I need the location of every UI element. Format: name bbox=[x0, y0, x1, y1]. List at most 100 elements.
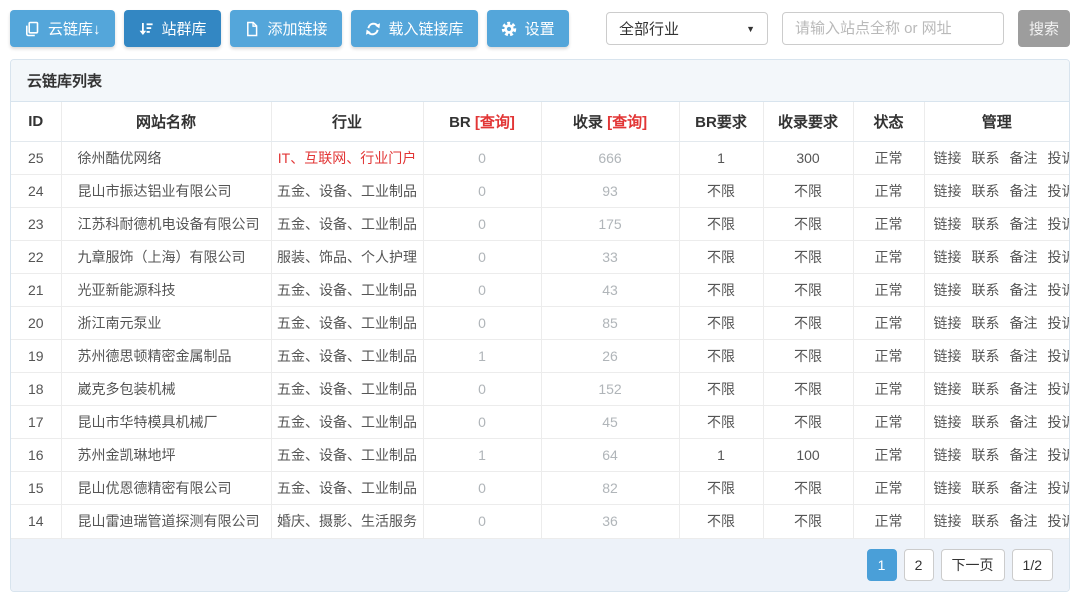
table-row: 24 昆山市振达铝业有限公司 五金、设备、工业制品 0 93 不限 不限 正常 … bbox=[11, 175, 1069, 208]
link-action[interactable]: 链接 bbox=[934, 315, 962, 331]
contact-action[interactable]: 联系 bbox=[972, 216, 1000, 232]
note-action[interactable]: 备注 bbox=[1010, 315, 1038, 331]
settings-button[interactable]: 设置 bbox=[487, 10, 569, 47]
site-industry: 五金、设备、工业制品 bbox=[271, 439, 423, 472]
contact-action[interactable]: 联系 bbox=[972, 414, 1000, 430]
gear-icon bbox=[501, 21, 517, 37]
complaint-action[interactable]: 投诉 bbox=[1048, 447, 1070, 463]
link-action[interactable]: 链接 bbox=[934, 282, 962, 298]
complaint-action[interactable]: 投诉 bbox=[1048, 150, 1070, 166]
br-requirement: 1 bbox=[679, 439, 763, 472]
inclusion-value: 152 bbox=[541, 373, 679, 406]
link-action[interactable]: 链接 bbox=[934, 513, 962, 529]
site-industry: IT、互联网、行业门户 bbox=[271, 142, 423, 175]
site-group-library-button[interactable]: 站群库 bbox=[124, 10, 221, 47]
site-name: 昆山市华特模具机械厂 bbox=[61, 406, 271, 439]
note-action[interactable]: 备注 bbox=[1010, 513, 1038, 529]
inclusion-requirement: 不限 bbox=[763, 175, 853, 208]
row-actions: 链接联系备注投诉 bbox=[924, 373, 1069, 406]
note-action[interactable]: 备注 bbox=[1010, 447, 1038, 463]
page-button-2[interactable]: 2 bbox=[904, 549, 934, 581]
br-query-link[interactable]: [查询] bbox=[475, 114, 515, 131]
contact-action[interactable]: 联系 bbox=[972, 348, 1000, 364]
complaint-action[interactable]: 投诉 bbox=[1048, 216, 1070, 232]
complaint-action[interactable]: 投诉 bbox=[1048, 480, 1070, 496]
contact-action[interactable]: 联系 bbox=[972, 513, 1000, 529]
complaint-action[interactable]: 投诉 bbox=[1048, 249, 1070, 265]
site-name: 崴克多包装机械 bbox=[61, 373, 271, 406]
complaint-action[interactable]: 投诉 bbox=[1048, 315, 1070, 331]
load-link-library-button[interactable]: 载入链接库 bbox=[351, 10, 478, 47]
link-action[interactable]: 链接 bbox=[934, 447, 962, 463]
inclusion-query-link[interactable]: [查询] bbox=[607, 114, 647, 131]
contact-action[interactable]: 联系 bbox=[972, 249, 1000, 265]
complaint-action[interactable]: 投诉 bbox=[1048, 414, 1070, 430]
table-row: 20 浙江南元泵业 五金、设备、工业制品 0 85 不限 不限 正常 链接联系备… bbox=[11, 307, 1069, 340]
row-actions: 链接联系备注投诉 bbox=[924, 241, 1069, 274]
note-action[interactable]: 备注 bbox=[1010, 282, 1038, 298]
note-action[interactable]: 备注 bbox=[1010, 150, 1038, 166]
link-action[interactable]: 链接 bbox=[934, 381, 962, 397]
complaint-action[interactable]: 投诉 bbox=[1048, 348, 1070, 364]
complaint-action[interactable]: 投诉 bbox=[1048, 183, 1070, 199]
site-name: 昆山市振达铝业有限公司 bbox=[61, 175, 271, 208]
br-requirement: 不限 bbox=[679, 307, 763, 340]
contact-action[interactable]: 联系 bbox=[972, 381, 1000, 397]
br-value: 0 bbox=[423, 505, 541, 538]
site-id: 17 bbox=[11, 406, 61, 439]
button-label: 添加链接 bbox=[268, 18, 328, 39]
note-action[interactable]: 备注 bbox=[1010, 381, 1038, 397]
complaint-action[interactable]: 投诉 bbox=[1048, 513, 1070, 529]
status: 正常 bbox=[853, 208, 924, 241]
complaint-action[interactable]: 投诉 bbox=[1048, 282, 1070, 298]
table-row: 23 江苏科耐德机电设备有限公司 五金、设备、工业制品 0 175 不限 不限 … bbox=[11, 208, 1069, 241]
industry-filter-select[interactable]: 全部行业 ▼ bbox=[606, 12, 768, 45]
row-actions: 链接联系备注投诉 bbox=[924, 274, 1069, 307]
link-action[interactable]: 链接 bbox=[934, 183, 962, 199]
cloud-link-library-button[interactable]: 云链库↓ bbox=[10, 10, 115, 47]
link-action[interactable]: 链接 bbox=[934, 150, 962, 166]
site-industry: 五金、设备、工业制品 bbox=[271, 406, 423, 439]
next-page-button[interactable]: 下一页 bbox=[941, 549, 1005, 581]
note-action[interactable]: 备注 bbox=[1010, 480, 1038, 496]
add-link-button[interactable]: 添加链接 bbox=[230, 10, 342, 47]
site-id: 20 bbox=[11, 307, 61, 340]
link-action[interactable]: 链接 bbox=[934, 249, 962, 265]
link-action[interactable]: 链接 bbox=[934, 480, 962, 496]
table-row: 14 昆山雷迪瑞管道探测有限公司 婚庆、摄影、生活服务 0 36 不限 不限 正… bbox=[11, 505, 1069, 538]
inclusion-value: 43 bbox=[541, 274, 679, 307]
search-input[interactable] bbox=[782, 12, 1004, 45]
link-action[interactable]: 链接 bbox=[934, 414, 962, 430]
contact-action[interactable]: 联系 bbox=[972, 282, 1000, 298]
table-row: 22 九章服饰（上海）有限公司 服装、饰品、个人护理 0 33 不限 不限 正常… bbox=[11, 241, 1069, 274]
contact-action[interactable]: 联系 bbox=[972, 480, 1000, 496]
note-action[interactable]: 备注 bbox=[1010, 183, 1038, 199]
contact-action[interactable]: 联系 bbox=[972, 315, 1000, 331]
file-icon bbox=[244, 21, 260, 37]
link-action[interactable]: 链接 bbox=[934, 348, 962, 364]
contact-action[interactable]: 联系 bbox=[972, 150, 1000, 166]
note-action[interactable]: 备注 bbox=[1010, 216, 1038, 232]
br-value: 0 bbox=[423, 175, 541, 208]
br-requirement: 不限 bbox=[679, 505, 763, 538]
br-value: 0 bbox=[423, 307, 541, 340]
inclusion-requirement: 不限 bbox=[763, 208, 853, 241]
note-action[interactable]: 备注 bbox=[1010, 414, 1038, 430]
link-action[interactable]: 链接 bbox=[934, 216, 962, 232]
note-action[interactable]: 备注 bbox=[1010, 348, 1038, 364]
note-action[interactable]: 备注 bbox=[1010, 249, 1038, 265]
status: 正常 bbox=[853, 373, 924, 406]
status: 正常 bbox=[853, 406, 924, 439]
contact-action[interactable]: 联系 bbox=[972, 183, 1000, 199]
br-requirement: 不限 bbox=[679, 472, 763, 505]
contact-action[interactable]: 联系 bbox=[972, 447, 1000, 463]
toolbar: 云链库↓ 站群库 添加链接 bbox=[0, 0, 1080, 47]
site-name: 昆山优恩德精密有限公司 bbox=[61, 472, 271, 505]
complaint-action[interactable]: 投诉 bbox=[1048, 381, 1070, 397]
cloud-link-table: ID 网站名称 行业 BR [查询] 收录 [查询] BR要求 收录要求 状态 … bbox=[11, 102, 1069, 538]
site-industry: 五金、设备、工业制品 bbox=[271, 307, 423, 340]
search-button[interactable]: 搜索 bbox=[1018, 10, 1070, 47]
br-value: 0 bbox=[423, 142, 541, 175]
col-header-br: BR [查询] bbox=[423, 102, 541, 142]
page-button-1[interactable]: 1 bbox=[867, 549, 897, 581]
